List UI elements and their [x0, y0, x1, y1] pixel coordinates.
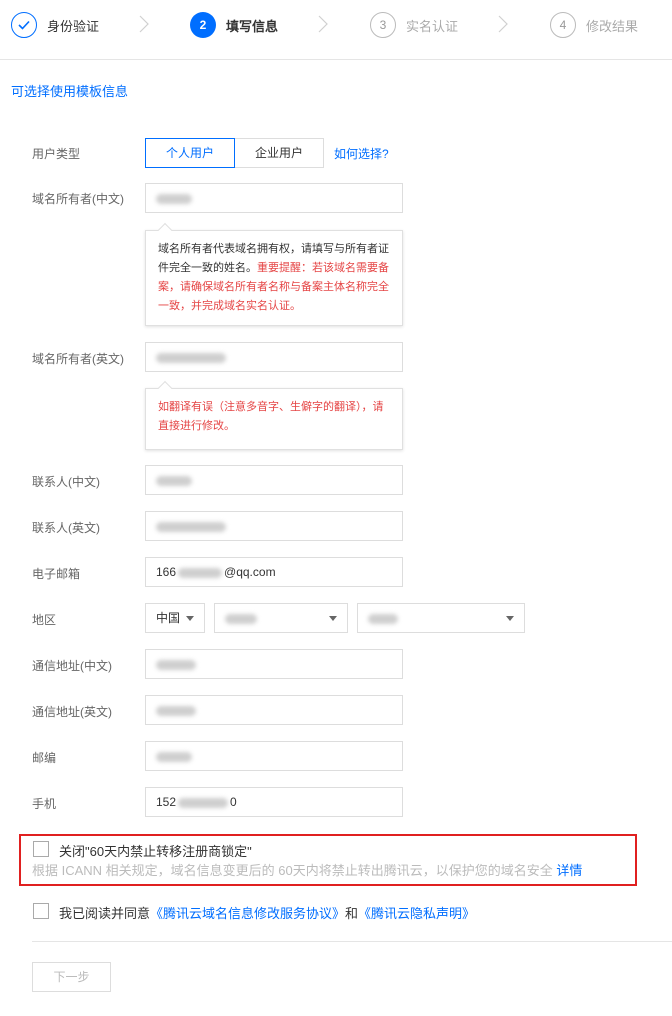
step-fill-info: 2 填写信息 [190, 11, 278, 39]
city-select[interactable] [357, 603, 525, 633]
chevron-right-icon [496, 14, 510, 34]
phone-label: 手机 [32, 797, 57, 811]
personal-user-option[interactable]: 个人用户 [145, 138, 235, 168]
check-icon [11, 12, 37, 38]
owner-en-input[interactable] [145, 342, 403, 372]
phone-value-start: 152 [156, 795, 177, 809]
lock-notice-text: 根据 ICANN 相关规定，域名信息变更后的 60天内将禁止转出腾讯云，以保护您… [32, 863, 553, 878]
dropdown-arrow-icon [186, 616, 194, 621]
redacted-value [156, 475, 192, 486]
step-verify: 3 实名认证 [370, 11, 458, 39]
postcode-input[interactable] [145, 741, 403, 771]
disable-lock-label[interactable]: 关闭"60天内禁止转移注册商锁定" [59, 841, 252, 860]
owner-cn-input[interactable] [145, 183, 403, 213]
postcode-label: 邮编 [32, 751, 57, 765]
step-label: 修改结果 [586, 18, 639, 34]
phone-value-end: 0 [230, 795, 237, 809]
owner-cn-label: 域名所有者(中文) [32, 192, 124, 206]
owner-cn-tooltip: 域名所有者代表域名拥有权，请填写与所有者证件完全一致的姓名。重要提醒：若该域名需… [145, 222, 403, 326]
user-type-label: 用户类型 [32, 147, 81, 161]
agree-and: 和 [345, 906, 359, 921]
redacted-value [225, 613, 257, 624]
dropdown-arrow-icon [506, 616, 514, 621]
address-cn-input[interactable] [145, 649, 403, 679]
country-select[interactable]: 中国 [145, 603, 205, 633]
contact-cn-input[interactable] [145, 465, 403, 495]
agree-checkbox[interactable] [33, 903, 49, 919]
redacted-value [178, 567, 223, 578]
chevron-right-icon [137, 14, 151, 34]
contact-en-label: 联系人(英文) [32, 521, 100, 535]
email-input[interactable]: 166 @qq.com [145, 557, 403, 587]
divider [32, 941, 672, 942]
redacted-value [156, 521, 226, 532]
region-label: 地区 [32, 613, 57, 627]
phone-input[interactable]: 152 0 [145, 787, 403, 817]
contact-cn-label: 联系人(中文) [32, 475, 100, 489]
business-user-option[interactable]: 企业用户 [234, 138, 324, 168]
chevron-right-icon [316, 14, 330, 34]
step-number: 2 [190, 12, 216, 38]
privacy-policy-link[interactable]: 《腾讯云隐私声明》 [358, 906, 475, 921]
service-agreement-link[interactable]: 《腾讯云域名信息修改服务协议》 [150, 906, 345, 921]
owner-en-label: 域名所有者(英文) [32, 352, 124, 366]
step-identity: 身份验证 [11, 11, 99, 39]
agree-prefix: 我已阅读并同意 [59, 906, 151, 921]
owner-en-tooltip: 如翻译有误（注意多音字、生僻字的翻译），请直接进行修改。 [145, 380, 403, 450]
contact-en-input[interactable] [145, 511, 403, 541]
email-value-end: @qq.com [224, 565, 276, 579]
redacted-value [156, 352, 226, 363]
redacted-value [156, 751, 192, 762]
tooltip-warning: 如翻译有误（注意多音字、生僻字的翻译），请直接进行修改。 [158, 401, 384, 432]
agreement-text: 我已阅读并同意《腾讯云域名信息修改服务协议》和《腾讯云隐私声明》 [59, 903, 475, 922]
step-label: 身份验证 [47, 18, 100, 34]
steps-bar: 身份验证 2 填写信息 3 实名认证 4 修改结果 [0, 0, 672, 60]
province-select[interactable] [214, 603, 348, 633]
step-label: 实名认证 [406, 18, 459, 34]
redacted-value [156, 705, 196, 716]
redacted-value [368, 613, 398, 624]
step-result: 4 修改结果 [550, 11, 638, 39]
address-en-label: 通信地址(英文) [32, 705, 112, 719]
address-cn-label: 通信地址(中文) [32, 659, 112, 673]
address-en-input[interactable] [145, 695, 403, 725]
redacted-value [156, 193, 192, 204]
how-to-choose-link[interactable]: 如何选择? [334, 145, 389, 162]
step-number: 3 [370, 12, 396, 38]
email-value-start: 166 [156, 565, 177, 579]
redacted-value [156, 659, 196, 670]
lock-notice: 根据 ICANN 相关规定，域名信息变更后的 60天内将禁止转出腾讯云，以保护您… [32, 860, 582, 879]
email-label: 电子邮箱 [32, 567, 81, 581]
disable-lock-checkbox[interactable] [33, 841, 49, 857]
step-label: 填写信息 [226, 18, 279, 34]
lock-details-link[interactable]: 详情 [556, 863, 582, 878]
country-value: 中国 [156, 611, 181, 625]
next-button[interactable]: 下一步 [32, 962, 111, 992]
redacted-value [178, 797, 229, 808]
step-number: 4 [550, 12, 576, 38]
use-template-link[interactable]: 可选择使用模板信息 [11, 81, 128, 100]
dropdown-arrow-icon [329, 616, 337, 621]
